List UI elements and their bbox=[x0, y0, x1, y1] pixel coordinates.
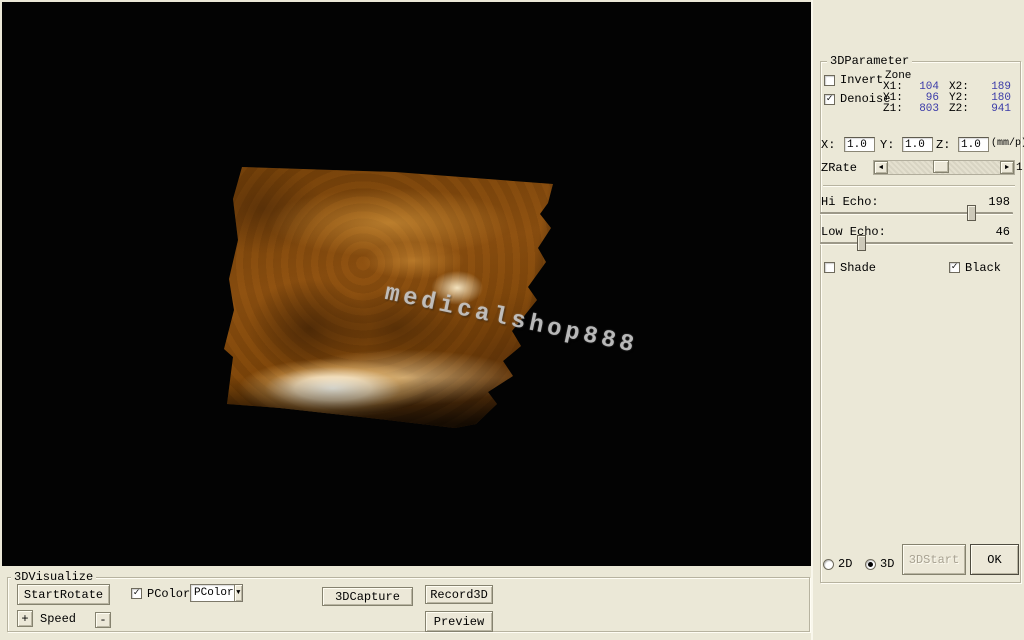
hi-echo-label: Hi Echo: bbox=[821, 196, 879, 209]
low-echo-value: 46 bbox=[996, 226, 1010, 239]
black-label: Black bbox=[965, 262, 1001, 275]
low-echo-slider[interactable] bbox=[820, 242, 1013, 245]
shade-label: Shade bbox=[840, 262, 876, 275]
parameter-group-title: 3DParameter bbox=[827, 54, 912, 68]
speed-plus-button[interactable]: + bbox=[17, 610, 33, 627]
scale-z-input[interactable] bbox=[958, 137, 989, 152]
hi-echo-thumb[interactable] bbox=[967, 205, 976, 221]
separator-line bbox=[823, 185, 1015, 187]
denoise-checkbox[interactable]: ✓ bbox=[824, 94, 835, 105]
scale-z-label: Z: bbox=[936, 139, 950, 152]
scale-y-input[interactable] bbox=[902, 137, 933, 152]
scale-unit-label: (mm/p) bbox=[991, 138, 1024, 150]
render-viewport[interactable]: medicalshop888 bbox=[2, 2, 811, 566]
zrate-scrollbar[interactable]: ◄ ► bbox=[873, 160, 1015, 175]
speed-minus-button[interactable]: - bbox=[95, 612, 111, 628]
zrate-value: 1 bbox=[1016, 162, 1023, 174]
zrate-label: ZRate bbox=[821, 162, 857, 175]
parameter-panel: 3DParameter Invert ✓ Denoise Zone X1: 10… bbox=[811, 0, 1024, 640]
hi-echo-slider[interactable] bbox=[820, 212, 1013, 215]
ok-button[interactable]: OK bbox=[970, 544, 1019, 575]
scale-x-label: X: bbox=[821, 139, 835, 152]
pcolor-dropdown[interactable]: PColor ▼ bbox=[190, 584, 243, 602]
invert-label: Invert bbox=[840, 74, 883, 87]
app-window: medicalshop888 3DParameter Invert ✓ Deno… bbox=[0, 0, 1024, 640]
invert-checkbox[interactable] bbox=[824, 75, 835, 86]
pcolor-checkbox-label: PColor bbox=[147, 588, 190, 601]
zrate-left-arrow-icon[interactable]: ◄ bbox=[874, 161, 888, 174]
3dcapture-button[interactable]: 3DCapture bbox=[322, 587, 413, 606]
zrate-right-arrow-icon[interactable]: ► bbox=[1000, 161, 1014, 174]
shade-checkbox[interactable] bbox=[824, 262, 835, 273]
mode-2d-radio[interactable] bbox=[823, 559, 834, 570]
zone-z1-value: 803 bbox=[909, 104, 949, 115]
check-icon: ✓ bbox=[826, 94, 832, 105]
check-icon: ✓ bbox=[951, 262, 957, 273]
low-echo-thumb[interactable] bbox=[857, 235, 866, 251]
visualize-group-title: 3DVisualize bbox=[11, 570, 96, 584]
zrate-track[interactable] bbox=[888, 161, 1000, 174]
black-checkbox[interactable]: ✓ bbox=[949, 262, 960, 273]
mode-2d-label: 2D bbox=[838, 558, 852, 571]
zone-z2-label: Z2: bbox=[949, 104, 975, 115]
zrate-thumb[interactable] bbox=[933, 160, 949, 173]
start-rotate-button[interactable]: StartRotate bbox=[17, 584, 110, 605]
pcolor-checkbox[interactable]: ✓ bbox=[131, 588, 142, 599]
zone-z1-label: Z1: bbox=[883, 104, 909, 115]
record3d-button[interactable]: Record3D bbox=[425, 585, 493, 604]
scale-x-input[interactable] bbox=[844, 137, 875, 152]
zone-table: X1: 104 X2: 189 Y1: 96 Y2: 180 Z1: 803 Z… bbox=[883, 82, 1017, 115]
hi-echo-value: 198 bbox=[988, 196, 1010, 209]
check-icon: ✓ bbox=[133, 588, 139, 599]
mode-3d-radio[interactable] bbox=[865, 559, 876, 570]
zone-z2-value: 941 bbox=[975, 104, 1015, 115]
speed-label: Speed bbox=[40, 613, 76, 626]
mode-3d-label: 3D bbox=[880, 558, 894, 571]
pcolor-dropdown-value: PColor bbox=[191, 587, 234, 599]
scale-y-label: Y: bbox=[880, 139, 894, 152]
3dstart-button[interactable]: 3DStart bbox=[902, 544, 966, 575]
low-echo-label: Low Echo: bbox=[821, 226, 886, 239]
chevron-down-icon[interactable]: ▼ bbox=[234, 585, 242, 601]
preview-button[interactable]: Preview bbox=[425, 611, 493, 632]
